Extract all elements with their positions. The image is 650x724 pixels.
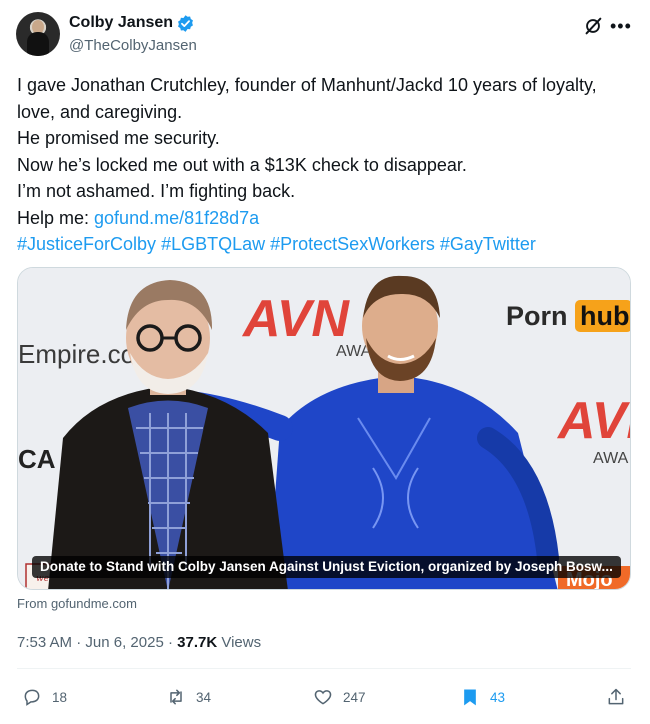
- author-name[interactable]: Colby Jansen: [69, 14, 173, 32]
- tweet-line: Now he’s locked me out with a $13K check…: [17, 154, 467, 175]
- hashtag-link[interactable]: #JusticeForColby: [17, 234, 156, 254]
- more-icon[interactable]: •••: [610, 15, 634, 37]
- hashtags-line: #JusticeForColby #LGBTQLaw #ProtectSexWo…: [17, 231, 637, 258]
- hashtag-link[interactable]: #ProtectSexWorkers: [270, 234, 435, 254]
- views-label: Views: [221, 634, 262, 651]
- tweet-line: He promised me security.: [17, 128, 220, 148]
- views-count: 37.7K: [177, 634, 218, 651]
- share-icon: [608, 688, 624, 705]
- backdrop-ca-text: CA: [18, 444, 56, 474]
- repost-count: 34: [196, 689, 212, 705]
- backdrop-avn-text-2: AVN: [556, 392, 631, 450]
- bookmark-button[interactable]: 43: [460, 686, 505, 708]
- like-count: 247: [343, 689, 366, 705]
- share-button[interactable]: [606, 686, 636, 708]
- repost-icon: [170, 689, 182, 705]
- backdrop-porn-text: Porn: [506, 301, 568, 331]
- hashtag-link[interactable]: #LGBTQLaw: [161, 234, 265, 254]
- avatar[interactable]: [16, 12, 60, 56]
- repost-button[interactable]: 34: [166, 686, 211, 708]
- tweet-text: I gave Jonathan Crutchley, founder of Ma…: [17, 72, 637, 258]
- tweet-meta: 7:53 AM · Jun 6, 2025 · 37.7K Views: [17, 634, 262, 651]
- bookmark-icon: [464, 689, 476, 706]
- hashtag-link[interactable]: #GayTwitter: [440, 234, 536, 254]
- tweet-date[interactable]: Jun 6, 2025: [85, 634, 163, 651]
- reply-button[interactable]: 18: [22, 686, 67, 708]
- author-handle[interactable]: @TheColbyJansen: [69, 37, 197, 54]
- like-icon: [314, 690, 332, 705]
- bookmark-count: 43: [490, 689, 506, 705]
- divider: [17, 668, 631, 669]
- like-button[interactable]: 247: [313, 686, 366, 708]
- backdrop-avn-text: AVN: [241, 290, 350, 348]
- backdrop-hub-text: hub: [580, 301, 629, 331]
- tweet-time[interactable]: 7:53 AM: [17, 634, 72, 651]
- tweet-line: Help me: gofund.me/81f28d7a: [17, 205, 637, 232]
- backdrop-awa-text-2: AWA: [593, 450, 629, 467]
- gofund-link[interactable]: gofund.me/81f28d7a: [94, 208, 259, 228]
- reply-count: 18: [52, 689, 68, 705]
- event-photo: Empire.com Porn hub AVN AWA AVN AWA CA M…: [18, 268, 631, 589]
- reply-icon: [24, 689, 40, 706]
- grok-icon[interactable]: [582, 15, 604, 37]
- link-card-image[interactable]: Empire.com Porn hub AVN AWA AVN AWA CA M…: [17, 267, 631, 590]
- card-source[interactable]: From gofundme.com: [17, 596, 137, 611]
- help-prefix: Help me:: [17, 207, 95, 228]
- tweet-line: I’m not ashamed. I’m fighting back.: [17, 181, 296, 201]
- tweet-line: I gave Jonathan Crutchley, founder of Ma…: [17, 75, 597, 95]
- card-caption[interactable]: Donate to Stand with Colby Jansen Agains…: [32, 556, 621, 578]
- tweet-line: love, and caregiving.: [17, 101, 183, 122]
- verified-badge-icon: [178, 15, 193, 32]
